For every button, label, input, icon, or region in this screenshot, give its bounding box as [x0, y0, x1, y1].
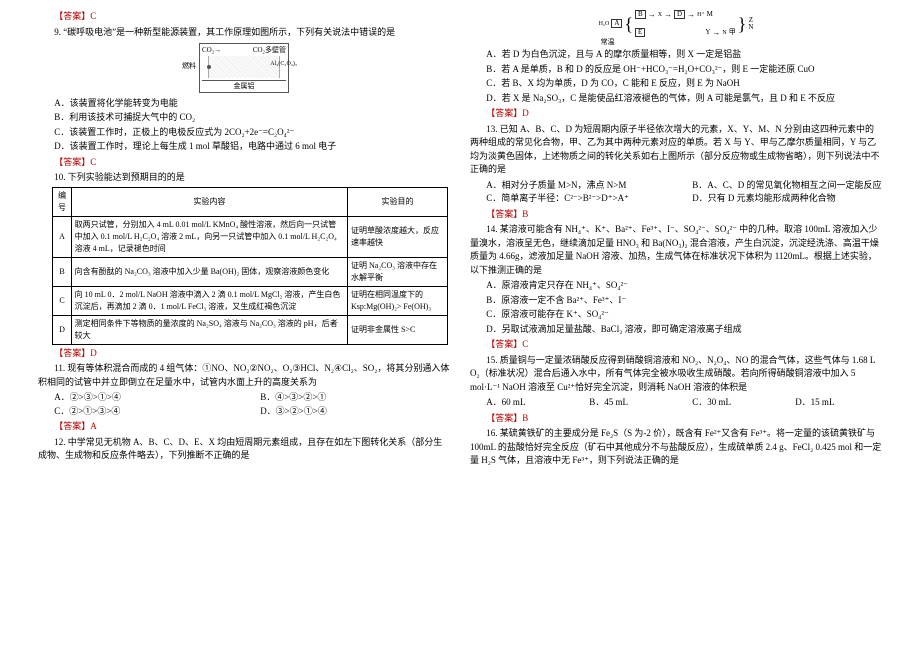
- q12-option-d: D．若 X 是 Na₂SO₃，C 是能使品红溶液褪色的气体，则 A 可能是氯气，…: [470, 92, 882, 106]
- q11-option-b: B．④>③>②>①: [244, 391, 450, 405]
- q13-option-b: B．A、C、D 的常见氧化物相互之间一定能反应: [676, 179, 882, 193]
- battery-left-label: 燃料: [182, 62, 196, 70]
- flow-n2: N: [748, 23, 753, 31]
- q15-row: A．60 mL B．45 mL C．30 mL D．15 mL: [470, 396, 882, 410]
- question-13: 13. 已知 A、B、C、D 为短周期内原子半径依次增大的元素，X、Y、M、N …: [470, 123, 882, 177]
- answer-9: 【答案】C: [38, 156, 450, 170]
- q12-option-b: B．若 A 是单质，B 和 D 的反应是 OH⁻+HCO₃⁻=H₂O+CO₃²⁻…: [470, 63, 882, 77]
- experiment-table: 编号 实验内容 实验目的 A 取两只试管，分别加入 4 mL 0.01 mol/…: [52, 187, 448, 345]
- q14-option-a: A．原溶液肯定只存在 NH₄⁺、SO₄²⁻: [470, 279, 882, 293]
- table-row: B 向含有酚酞的 Na₂CO₃ 溶液中加入少量 Ba(OH)₂ 固体，观察溶液颜…: [53, 257, 448, 286]
- cell-d-id: D: [53, 315, 71, 344]
- q12-option-c: C．若 B、X 均为单质，D 为 CO，C 能和 E 反应，则 E 为 NaOH: [470, 77, 882, 91]
- question-16: 16. 某硫黄铁矿的主要成分是 Fe₂S（S 为-2 价），既含有 Fe²⁺又含…: [470, 427, 882, 468]
- answer-12: 【答案】D: [470, 107, 882, 121]
- flow-a: A: [611, 19, 622, 28]
- brace-icon: }: [738, 17, 747, 31]
- flow-hplus: H⁺: [697, 12, 705, 18]
- q14-option-d: D．另取试液滴加足量盐酸、BaCl₂ 溶液，即可确定溶液离子组成: [470, 323, 882, 337]
- answer-14: 【答案】C: [470, 338, 882, 352]
- q11-option-d: D．③>②>①>④: [244, 405, 450, 419]
- cell-c-goal: 证明在相同温度下的 Ksp:Mg(OH)₂> Fe(OH)₃: [348, 286, 448, 315]
- flow-diagram: H₂O A { B → X → D → H⁺ M: [470, 8, 882, 47]
- flow-d: D: [674, 10, 685, 19]
- cell-b-id: B: [53, 257, 71, 286]
- brace-icon: {: [624, 17, 633, 31]
- table-row: A 取两只试管，分别加入 4 mL 0.01 mol/L KMnO₄ 酸性溶液，…: [53, 216, 448, 257]
- q11-options-row1: A．②>③>①>④ B．④>③>②>①: [38, 391, 450, 405]
- arrow-icon: →: [648, 11, 656, 19]
- right-column: H₂O A { B → X → D → H⁺ M: [460, 8, 892, 643]
- q12-option-a: A．若 D 为白色沉淀，且与 A 的摩尔质量相等，则 X 一定是铝盐: [470, 48, 882, 62]
- q13-option-c: C．简单离子半径：C²⁻>B²⁻>D⁺>A⁺: [470, 192, 676, 206]
- q15-option-a: A．60 mL: [470, 396, 573, 410]
- q9-option-d: D．该装置工作时，理论上每生成 1 mol 草酸铝，电路中通过 6 mol 电子: [38, 140, 450, 154]
- cell-c-id: C: [53, 286, 71, 315]
- flow-x1: X: [658, 12, 662, 18]
- flow-b: B: [635, 10, 646, 19]
- q13-row1: A．相对分子质量 M>N，沸点 N>M B．A、C、D 的常见氧化物相互之间一定…: [470, 179, 882, 193]
- flow-e: E: [635, 28, 645, 37]
- q11-option-c: C．②>①>③>④: [38, 405, 244, 419]
- battery-bottom-label: 金属铝: [202, 80, 286, 91]
- battery-dot: [207, 65, 211, 69]
- arrow-icon: →: [664, 11, 672, 19]
- cell-a-id: A: [53, 216, 71, 257]
- battery-diagram: 燃料 CO₂→ CO₂多壁管 Al₂(C₂O₄)₃ 金属铝: [38, 43, 450, 93]
- question-12: 12. 中学常见无机物 A、B、C、D、E、X 均由短周期元素组成，且存在如左下…: [38, 436, 450, 463]
- arrow-icon: →: [712, 29, 720, 37]
- cell-c-content: 向 10 mL 0．2 mol/L NaOH 溶液中滴入 2 滴 0.1 mol…: [71, 286, 347, 315]
- q11-options-row2: C．②>①>③>④ D．③>②>①>④: [38, 405, 450, 419]
- q13-option-a: A．相对分子质量 M>N，沸点 N>M: [470, 179, 676, 193]
- flow-m: M: [707, 11, 713, 18]
- q9-option-c: C．该装置工作时，正极上的电极反应式为 2CO₂+2e⁻=C₂O₄²⁻: [38, 126, 450, 140]
- cell-b-content: 向含有酚酞的 Na₂CO₃ 溶液中加入少量 Ba(OH)₂ 固体，观察溶液颜色变…: [71, 257, 347, 286]
- table-row: C 向 10 mL 0．2 mol/L NaOH 溶液中滴入 2 滴 0.1 m…: [53, 286, 448, 315]
- question-14: 14. 某溶液可能含有 NH₄⁺、K⁺、Ba²⁺、Fe³⁺、I⁻、SO₄²⁻、S…: [470, 223, 882, 277]
- question-11: 11. 现有等体积混合而成的 4 组气体：①NO、NO₂②NO₂、O₂③HCl、…: [38, 362, 450, 389]
- flow-h2o: H₂O: [599, 21, 610, 27]
- left-column: 【答案】C 9. “碳呼吸电池”是一种新型能源装置，其工作原理如图所示，下列有关…: [28, 8, 460, 643]
- q11-option-a: A．②>③>①>④: [38, 391, 244, 405]
- th-goal: 实验目的: [348, 187, 448, 216]
- q13-option-d: D．只有 D 元素均能形成两种化合物: [676, 192, 882, 206]
- q15-option-b: B．45 mL: [573, 396, 676, 410]
- th-content: 实验内容: [71, 187, 347, 216]
- q9-option-a: A．该装置将化学能转变为电能: [38, 97, 450, 111]
- arrow-icon: →: [687, 11, 695, 19]
- table-row: D 测定相同条件下等物质的量浓度的 Na₂SO₄ 溶液与 Na₂CO₃ 溶液的 …: [53, 315, 448, 344]
- answer-11: 【答案】A: [38, 420, 450, 434]
- flow-n1: N: [722, 30, 726, 36]
- battery-top-left: CO₂→: [202, 46, 221, 54]
- answer-10: 【答案】D: [38, 347, 450, 361]
- flow-y: Y: [705, 29, 710, 36]
- question-15: 15. 质量铜与一定量浓硝酸反应得到硝酸铜溶液和 NO₂、N₂O₄、NO 的混合…: [470, 354, 882, 395]
- q14-option-b: B．原溶液一定不含 Ba²⁺、Fe³⁺、I⁻: [470, 294, 882, 308]
- cell-b-goal: 证明 Na₂CO₃ 溶液中存在水解平衡: [348, 257, 448, 286]
- q15-option-d: D．15 mL: [779, 396, 882, 410]
- q9-option-b: B．利用该技术可捕捉大气中的 CO₂: [38, 111, 450, 125]
- table-header-row: 编号 实验内容 实验目的: [53, 187, 448, 216]
- answer-15: 【答案】B: [470, 412, 882, 426]
- cell-a-goal: 证明草酸浓度越大，反应速率越快: [348, 216, 448, 257]
- cell-d-goal: 证明非金属性 S>C: [348, 315, 448, 344]
- q14-option-c: C．原溶液可能存在 K⁺、SO₄²⁻: [470, 308, 882, 322]
- flow-jia: 甲: [729, 29, 736, 36]
- question-9: 9. “碳呼吸电池”是一种新型能源装置，其工作原理如图所示，下列有关说法中错误的…: [38, 26, 450, 40]
- q15-option-c: C．30 mL: [676, 396, 779, 410]
- battery-top-right: CO₂多壁管: [253, 46, 286, 54]
- flow-a-sub: 常温: [601, 39, 615, 46]
- answer-pre-9: 【答案】C: [38, 10, 450, 24]
- battery-right-label: Al₂(C₂O₄)₃: [270, 61, 297, 68]
- answer-13: 【答案】B: [470, 208, 882, 222]
- question-10: 10. 下列实验能达到预期目的的是: [38, 171, 450, 185]
- th-id: 编号: [53, 187, 71, 216]
- q13-row2: C．简单离子半径：C²⁻>B²⁻>D⁺>A⁺ D．只有 D 元素均能形成两种化合…: [470, 192, 882, 206]
- cell-d-content: 测定相同条件下等物质的量浓度的 Na₂SO₄ 溶液与 Na₂CO₃ 溶液的 pH…: [71, 315, 347, 344]
- cell-a-content: 取两只试管，分别加入 4 mL 0.01 mol/L KMnO₄ 酸性溶液，然后…: [71, 216, 347, 257]
